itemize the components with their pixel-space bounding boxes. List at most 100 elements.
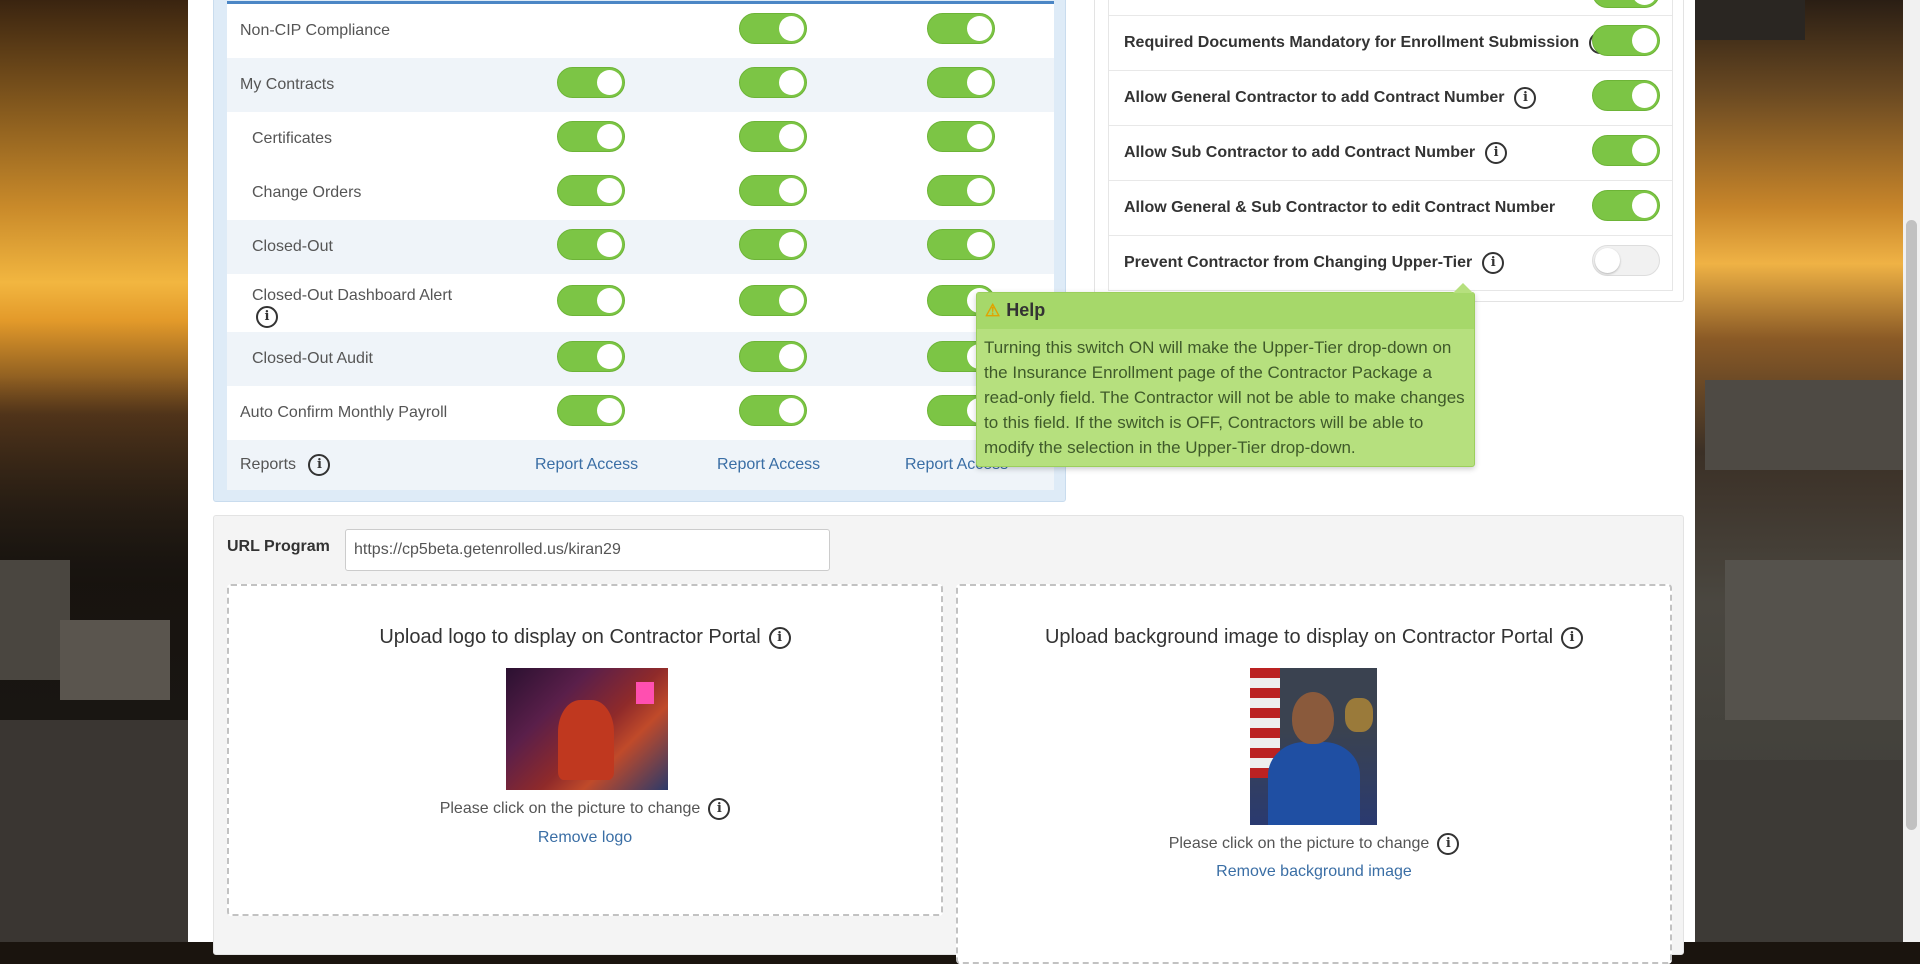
url-program-label: URL Program (227, 538, 330, 555)
info-icon[interactable]: i (1514, 87, 1537, 109)
info-icon[interactable]: i (1482, 252, 1505, 274)
page-scrollbar[interactable] (1903, 0, 1920, 942)
setting-label-text: Allow General Contractor to add Contract… (1124, 89, 1505, 107)
tooltip-body: Turning this switch ON will make the Upp… (984, 338, 1465, 457)
tooltip-header: ⚠ Help (977, 293, 1474, 329)
toggle-switch[interactable] (557, 341, 625, 372)
setting-label: Prevent Contractor from Changing Upper-T… (1124, 252, 1505, 274)
report-access-link[interactable]: Report Access (717, 456, 820, 474)
info-icon[interactable]: i (768, 626, 791, 649)
toggle-switch[interactable] (739, 175, 807, 206)
upload-background-title-text: Upload background image to display on Co… (1044, 626, 1554, 648)
info-icon[interactable]: i (308, 454, 331, 476)
toggle-switch[interactable] (557, 67, 625, 98)
upload-logo-hint: Please click on the picture to change i (229, 798, 941, 820)
warning-icon: ⚠ (985, 301, 1001, 320)
background-image-suit (1268, 742, 1360, 825)
upload-background-hint-text: Please click on the picture to change (1168, 835, 1430, 853)
upload-logo-title: Upload logo to display on Contractor Por… (229, 626, 941, 649)
contract-settings-list: Required Documents Mandatory for Enrollm… (1108, 0, 1673, 291)
toggle-switch[interactable] (1592, 0, 1660, 8)
upload-background-box[interactable]: Upload background image to display on Co… (956, 584, 1672, 964)
contract-settings-card: Required Documents Mandatory for Enrollm… (1094, 0, 1684, 302)
permissions-table: Non-CIP Compliance My Contracts Certific… (227, 1, 1054, 490)
info-icon[interactable]: i (708, 798, 731, 820)
toggle-switch[interactable] (557, 229, 625, 260)
perm-row-reports: Reports i Report Access Report Access Re… (227, 440, 1054, 490)
background-photo-left (0, 0, 188, 942)
background-image-head (1292, 692, 1334, 744)
toggle-switch[interactable] (739, 13, 807, 44)
info-icon[interactable]: i (1561, 626, 1584, 649)
help-tooltip: ⚠ Help Turning this switch ON will make t… (976, 283, 1475, 467)
remove-background-link[interactable]: Remove background image (958, 863, 1670, 881)
toggle-switch[interactable] (1592, 135, 1660, 166)
settings-page: Non-CIP Compliance My Contracts Certific… (188, 0, 1695, 964)
perm-row-my-contracts: My Contracts (227, 58, 1054, 112)
toggle-switch[interactable] (1592, 80, 1660, 111)
toggle-switch[interactable] (739, 121, 807, 152)
logo-image[interactable] (506, 668, 668, 790)
upload-background-title: Upload background image to display on Co… (958, 626, 1670, 649)
background-image-seal (1345, 698, 1373, 732)
toggle-switch[interactable] (739, 67, 807, 98)
upload-background-hint: Please click on the picture to change i (958, 833, 1670, 855)
toggle-switch[interactable] (557, 121, 625, 152)
toggle-switch[interactable] (927, 67, 995, 98)
remove-logo-link[interactable]: Remove logo (229, 829, 941, 847)
setting-label: Allow Sub Contractor to add Contract Num… (1124, 142, 1508, 164)
toggle-switch[interactable] (1592, 25, 1660, 56)
background-photo-right (1695, 0, 1920, 942)
setting-label-text: Prevent Contractor from Changing Upper-T… (1124, 254, 1473, 272)
info-icon[interactable]: i (1437, 833, 1460, 855)
toggle-switch[interactable] (1592, 245, 1660, 276)
toggle-switch[interactable] (739, 285, 807, 316)
toggle-switch[interactable] (927, 121, 995, 152)
report-access-link[interactable]: Report Access (535, 456, 638, 474)
scrollbar-thumb[interactable] (1906, 220, 1917, 830)
background-image[interactable] (1250, 668, 1377, 825)
perm-row-label: My Contracts (240, 76, 335, 93)
perm-row-auto-confirm-monthly-payroll: Auto Confirm Monthly Payroll (227, 386, 1054, 440)
setting-required-documents: Required Documents Mandatory for Enrollm… (1109, 15, 1672, 70)
perm-row-non-cip-compliance: Non-CIP Compliance (227, 4, 1054, 58)
perm-row-label: Closed-Out Audit (252, 350, 373, 367)
perm-row-closed-out-dashboard-alert: Closed-Out Dashboard Alert i (227, 274, 1054, 332)
toggle-switch[interactable] (927, 175, 995, 206)
tooltip-title: Help (1006, 300, 1046, 320)
perm-row-closed-out: Closed-Out (227, 220, 1054, 274)
toggle-switch[interactable] (557, 175, 625, 206)
permissions-card: Non-CIP Compliance My Contracts Certific… (213, 0, 1066, 502)
toggle-switch[interactable] (927, 13, 995, 44)
perm-row-label: Closed-Out Dashboard Alert i (252, 286, 452, 328)
portal-branding-section: URL Program Upload logo to display on Co… (213, 515, 1684, 964)
setting-label: Allow General & Sub Contractor to edit C… (1124, 199, 1556, 216)
toggle-switch[interactable] (927, 229, 995, 260)
upload-logo-title-text: Upload logo to display on Contractor Por… (379, 626, 761, 648)
perm-row-change-orders: Change Orders (227, 166, 1054, 220)
upload-logo-box[interactable]: Upload logo to display on Contractor Por… (227, 584, 943, 916)
reports-label-text: Reports (240, 456, 297, 474)
toggle-switch[interactable] (739, 341, 807, 372)
perm-row-label-text: Closed-Out Dashboard Alert (252, 287, 453, 304)
upload-logo-hint-text: Please click on the picture to change (439, 800, 701, 818)
logo-image-figure (558, 700, 614, 780)
settings-row-partial (1109, 0, 1672, 15)
toggle-switch[interactable] (1592, 190, 1660, 221)
info-icon[interactable]: i (256, 306, 278, 328)
url-program-input[interactable] (345, 529, 830, 571)
setting-label-text: Required Documents Mandatory for Enrollm… (1124, 34, 1580, 52)
perm-row-label: Change Orders (252, 184, 362, 201)
perm-row-label: Non-CIP Compliance (240, 22, 390, 39)
setting-label: Allow General Contractor to add Contract… (1124, 87, 1537, 109)
toggle-switch[interactable] (557, 285, 625, 316)
toggle-switch[interactable] (739, 395, 807, 426)
toggle-switch[interactable] (557, 395, 625, 426)
setting-edit-contract-number: Allow General & Sub Contractor to edit C… (1109, 180, 1672, 235)
info-icon[interactable]: i (1485, 142, 1508, 164)
perm-row-label: Closed-Out (252, 238, 333, 255)
perm-row-label: Auto Confirm Monthly Payroll (240, 404, 448, 421)
setting-label: Required Documents Mandatory for Enrollm… (1124, 32, 1612, 54)
setting-sc-add-contract-number: Allow Sub Contractor to add Contract Num… (1109, 125, 1672, 180)
toggle-switch[interactable] (739, 229, 807, 260)
